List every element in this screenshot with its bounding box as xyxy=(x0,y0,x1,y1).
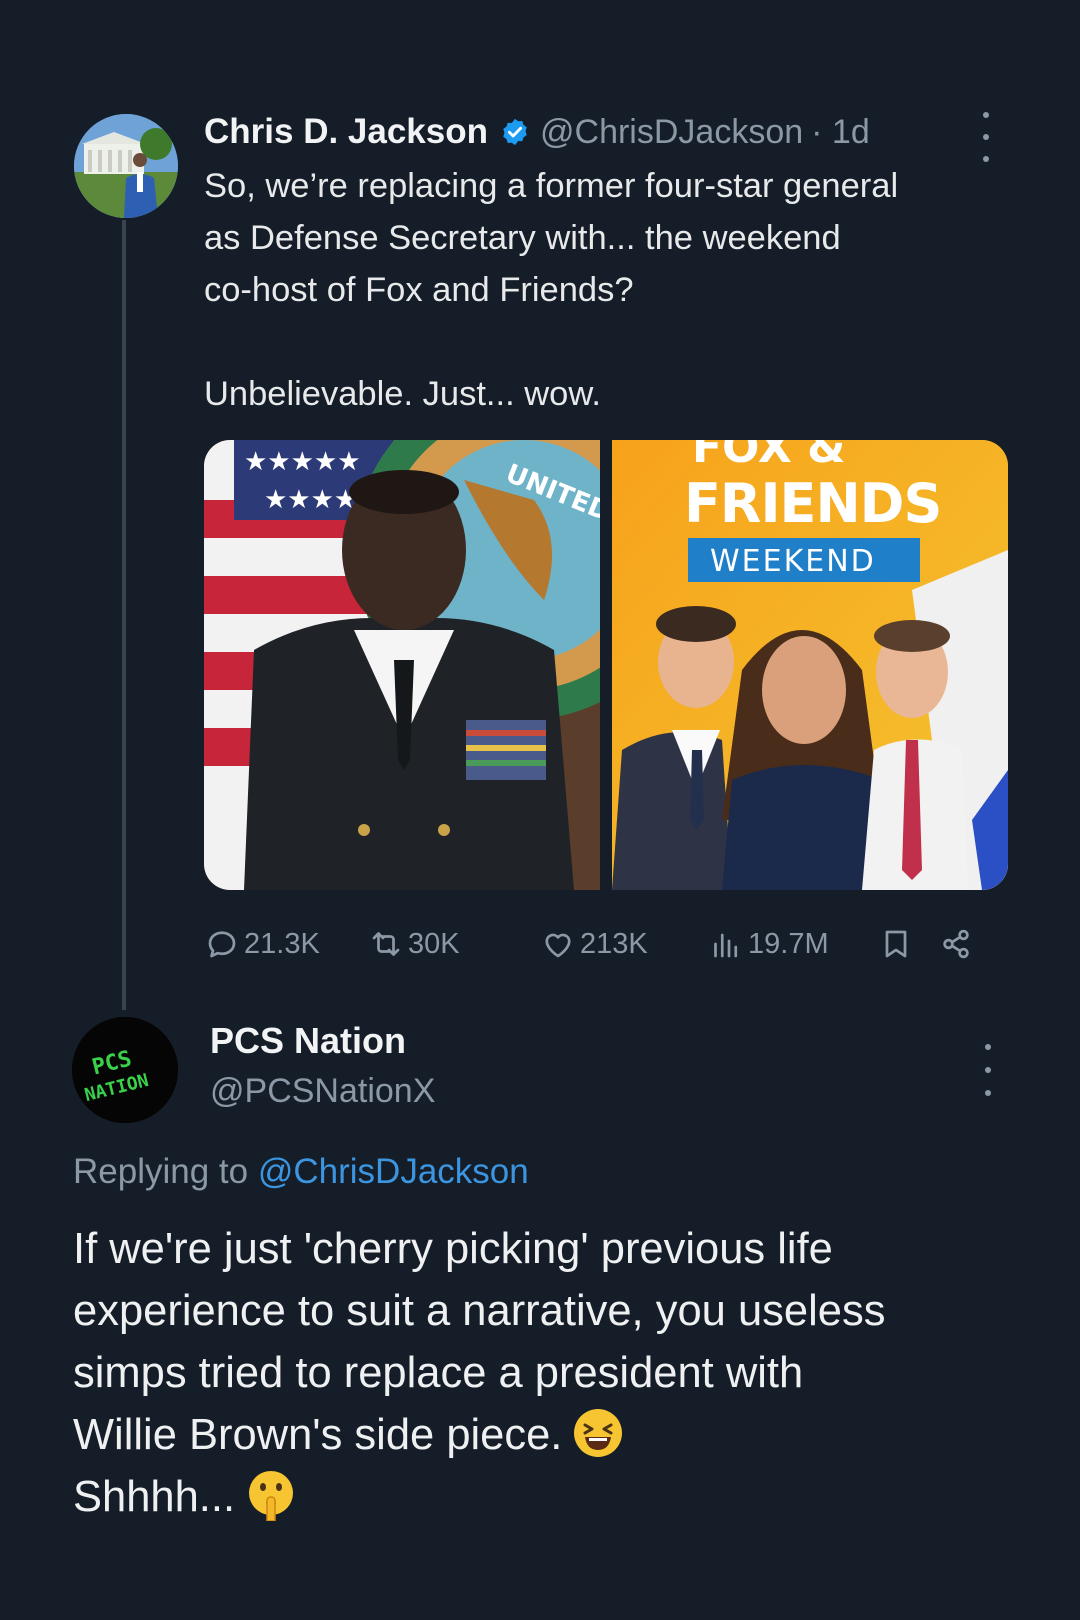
author-name[interactable]: Chris D. Jackson xyxy=(204,112,488,152)
share-icon xyxy=(943,929,969,959)
reply-text-line: experience to suit a narrative, you usel… xyxy=(73,1287,886,1335)
thread-connector-line xyxy=(122,220,126,1010)
tweet-text-line: So, we’re replacing a former four-star g… xyxy=(204,167,899,205)
replying-to-handle-link[interactable]: @ChrisDJackson xyxy=(258,1152,529,1191)
logo-text-line-2: FRIENDS xyxy=(684,472,941,535)
repost-button[interactable]: 30K xyxy=(368,926,540,962)
reply-text-line: Willie Brown's side piece. xyxy=(73,1411,563,1459)
reply-text-line: Shhhh... xyxy=(73,1473,236,1521)
reply-more-options-icon[interactable] xyxy=(978,1044,998,1096)
tweet-text-line: as Defense Secretary with... the weekend xyxy=(204,219,841,257)
svg-text:★★★★: ★★★★ xyxy=(264,485,357,515)
verified-badge-icon xyxy=(503,118,527,146)
more-dots xyxy=(978,1044,998,1096)
tweet-text-line: Unbelievable. Just... wow. xyxy=(204,375,601,413)
logo-text-line-3: WEEKEND xyxy=(710,544,876,579)
like-button[interactable]: 213K xyxy=(540,926,708,962)
bookmark-button[interactable] xyxy=(878,926,938,962)
post-time: · 1d xyxy=(811,112,870,151)
tweet-text: So, we’re replacing a former four-star g… xyxy=(204,160,1024,420)
shushing-face-emoji-icon xyxy=(249,1471,294,1521)
tweet-media: ★★★★★ ★★★★ UNITED FOX & FRIENDS WEEKEND xyxy=(204,440,1008,890)
tweet-header: Chris D. Jackson @ChrisDJackson · 1d xyxy=(204,108,870,156)
more-options-icon[interactable] xyxy=(976,112,996,162)
reply-text-line-with-emoji: Willie Brown's side piece. xyxy=(73,1404,1033,1466)
tweet-text-line: co-host of Fox and Friends? xyxy=(204,271,634,309)
reply-icon xyxy=(208,931,236,958)
reply-text-line: If we're just 'cherry picking' previous … xyxy=(73,1225,833,1273)
heart-icon xyxy=(545,933,571,958)
view-count: 19.7M xyxy=(748,927,829,960)
views-chart-icon xyxy=(714,933,738,958)
repost-icon xyxy=(372,932,400,956)
reply-button[interactable]: 21.3K xyxy=(204,926,368,962)
reply-text-line: simps tried to replace a president with xyxy=(73,1349,804,1397)
laughing-face-emoji-icon xyxy=(574,1409,623,1457)
media-image-fox-friends[interactable]: FOX & FRIENDS WEEKEND xyxy=(612,440,1008,890)
reply-author-handle[interactable]: @PCSNationX xyxy=(210,1072,435,1111)
like-count: 213K xyxy=(580,927,648,960)
logo-text-line-1: FOX & xyxy=(692,440,846,473)
bookmark-icon xyxy=(885,930,907,958)
author-avatar[interactable] xyxy=(74,114,178,218)
views-button[interactable]: 19.7M xyxy=(708,926,878,962)
replying-to-label: Replying to xyxy=(73,1152,249,1191)
media-image-general[interactable]: ★★★★★ ★★★★ UNITED xyxy=(204,440,600,890)
reply-text: If we're just 'cherry picking' previous … xyxy=(73,1218,1033,1528)
svg-text:★★★★★: ★★★★★ xyxy=(244,447,361,477)
tweet-actions-bar: 21.3K 30K 213K 19.7M xyxy=(204,920,1004,968)
reply-author-avatar[interactable]: PCS NATION xyxy=(72,1017,178,1123)
share-button[interactable] xyxy=(938,926,988,962)
reply-text-line-with-emoji: Shhhh... xyxy=(73,1466,1033,1528)
replying-to: Replying to @ChrisDJackson xyxy=(73,1152,529,1192)
reply-author-name[interactable]: PCS Nation xyxy=(210,1020,406,1062)
more-dots xyxy=(976,112,996,162)
repost-count: 30K xyxy=(408,927,460,960)
reply-count: 21.3K xyxy=(244,927,320,960)
author-handle[interactable]: @ChrisDJackson xyxy=(540,113,803,152)
